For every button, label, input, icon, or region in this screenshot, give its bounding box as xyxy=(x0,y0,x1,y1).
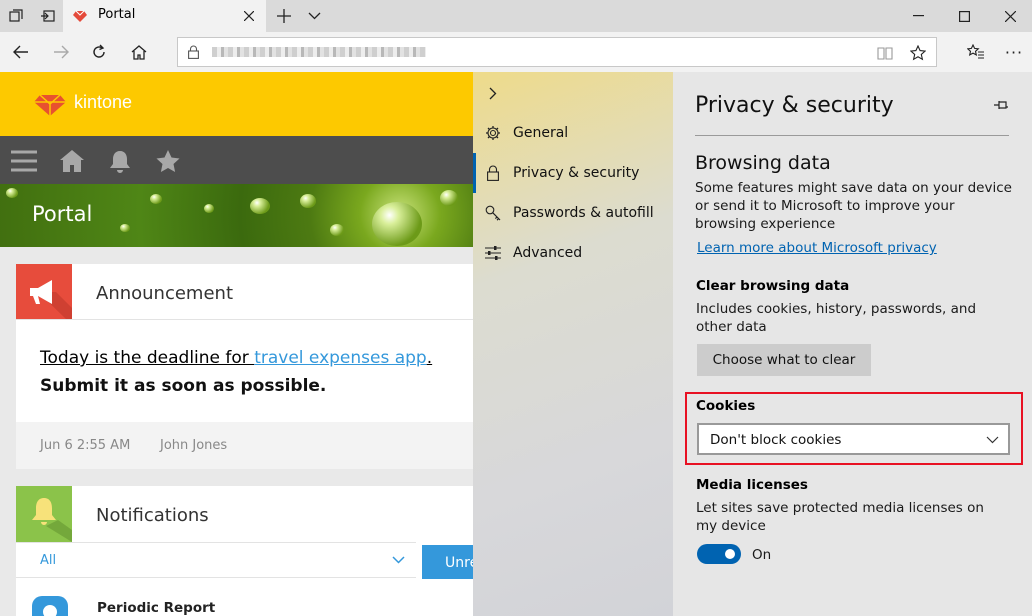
favorites-star-icon[interactable] xyxy=(154,148,182,174)
media-licenses-description: Let sites save protected media licenses … xyxy=(696,500,984,534)
filter-value: All xyxy=(40,553,57,568)
forward-arrow-icon xyxy=(46,36,76,68)
browsing-data-heading: Browsing data xyxy=(695,152,831,174)
set-tabs-aside-icon[interactable] xyxy=(34,0,62,32)
chevron-right-icon[interactable] xyxy=(483,82,503,104)
kintone-brand-text: kintone xyxy=(74,92,133,112)
notifications-filter-select[interactable]: All xyxy=(16,542,416,578)
refresh-icon[interactable] xyxy=(84,36,114,68)
favorite-star-icon[interactable] xyxy=(906,41,930,65)
new-tab-icon[interactable] xyxy=(272,0,296,32)
cookies-heading: Cookies xyxy=(696,398,756,414)
media-licenses-heading: Media licenses xyxy=(696,477,808,493)
pin-icon[interactable] xyxy=(991,96,1011,114)
settings-menu-advanced[interactable]: Advanced xyxy=(473,233,673,273)
announcement-period: . xyxy=(426,348,433,368)
active-tab[interactable]: Portal xyxy=(63,0,266,32)
notification-item-title[interactable]: Periodic Report xyxy=(97,600,215,616)
toggle-knob xyxy=(725,549,735,559)
kintone-page: kintone Portal Announcement Today is the… xyxy=(0,72,473,616)
settings-menu-label: General xyxy=(513,125,569,141)
home-icon[interactable] xyxy=(124,36,154,68)
settings-flyout: General Privacy & security Passwords & a… xyxy=(473,72,673,616)
privacy-link[interactable]: Learn more about Microsoft privacy xyxy=(697,239,937,257)
hamburger-menu-icon[interactable] xyxy=(10,148,38,174)
clear-browsing-heading: Clear browsing data xyxy=(696,278,850,294)
close-window-icon[interactable] xyxy=(988,0,1032,32)
banner-title: Portal xyxy=(32,202,93,226)
choose-what-to-clear-button[interactable]: Choose what to clear xyxy=(697,344,871,376)
settings-menu-label: Passwords & autofill xyxy=(513,205,654,221)
tab-title: Portal xyxy=(98,7,136,22)
megaphone-icon xyxy=(16,264,72,319)
tab-bar: Portal xyxy=(0,0,1032,32)
close-tab-icon[interactable] xyxy=(239,6,259,26)
more-options-icon[interactable]: ··· xyxy=(1000,38,1028,66)
key-icon xyxy=(473,205,513,221)
notification-bell-icon xyxy=(16,486,72,542)
notifications-card: Notifications All Unre Periodic Report xyxy=(16,486,473,616)
maximize-icon[interactable] xyxy=(942,0,986,32)
kintone-logo-icon xyxy=(32,93,68,117)
announcement-date: Jun 6 2:55 AM xyxy=(40,438,131,453)
unread-button[interactable]: Unre xyxy=(422,545,473,579)
gear-icon xyxy=(473,125,513,141)
report-app-icon xyxy=(32,596,68,616)
privacy-settings-panel: Privacy & security Browsing data Some fe… xyxy=(673,72,1032,616)
cookies-value: Don't block cookies xyxy=(710,432,842,448)
bell-icon[interactable] xyxy=(106,148,134,174)
toggle-state-label: On xyxy=(752,547,772,563)
settings-menu-passwords[interactable]: Passwords & autofill xyxy=(473,193,673,233)
address-bar[interactable] xyxy=(177,37,937,67)
kintone-menubar xyxy=(0,136,473,184)
kintone-header: kintone xyxy=(0,72,473,136)
selected-indicator xyxy=(473,153,476,193)
back-arrow-icon[interactable] xyxy=(6,36,36,68)
lock-icon xyxy=(473,165,513,181)
settings-menu-label: Advanced xyxy=(513,245,583,261)
sliders-icon xyxy=(473,246,513,260)
announcement-text: Today is the deadline for xyxy=(40,348,255,368)
announcement-title: Announcement xyxy=(96,283,234,304)
home-icon[interactable] xyxy=(58,148,86,174)
kintone-favicon-icon xyxy=(71,8,89,24)
settings-menu-privacy[interactable]: Privacy & security xyxy=(473,153,673,193)
notifications-title: Notifications xyxy=(96,505,209,526)
announcement-line2: Submit it as soon as possible. xyxy=(40,376,327,396)
browsing-data-description: Some features might save data on your de… xyxy=(695,180,1012,232)
announcement-message: Today is the deadline for travel expense… xyxy=(40,348,432,368)
portal-banner: Portal xyxy=(0,184,473,247)
minimize-icon[interactable] xyxy=(896,0,940,32)
tab-list-chevron-down-icon[interactable] xyxy=(302,0,326,32)
cookies-dropdown[interactable]: Don't block cookies xyxy=(697,423,1010,455)
settings-menu-label: Privacy & security xyxy=(513,165,640,181)
chevron-down-icon xyxy=(390,553,406,567)
clear-browsing-description: Includes cookies, history, passwords, an… xyxy=(696,301,977,335)
announcement-author[interactable]: John Jones xyxy=(160,438,227,453)
announcement-footer: Jun 6 2:55 AM John Jones xyxy=(16,422,473,469)
lock-icon xyxy=(184,43,202,61)
tab-preview-icon[interactable] xyxy=(0,0,32,32)
travel-expenses-link[interactable]: travel expenses app xyxy=(254,348,427,368)
announcement-card: Announcement Today is the deadline for t… xyxy=(16,264,473,469)
panel-title: Privacy & security xyxy=(695,93,894,118)
media-licenses-toggle[interactable] xyxy=(697,544,741,564)
title-divider xyxy=(695,135,1009,136)
settings-menu-general[interactable]: General xyxy=(473,113,673,153)
address-url xyxy=(212,47,426,57)
favorites-hub-icon[interactable] xyxy=(962,38,990,66)
reading-view-icon[interactable] xyxy=(874,42,896,64)
chevron-down-icon xyxy=(984,433,1000,447)
